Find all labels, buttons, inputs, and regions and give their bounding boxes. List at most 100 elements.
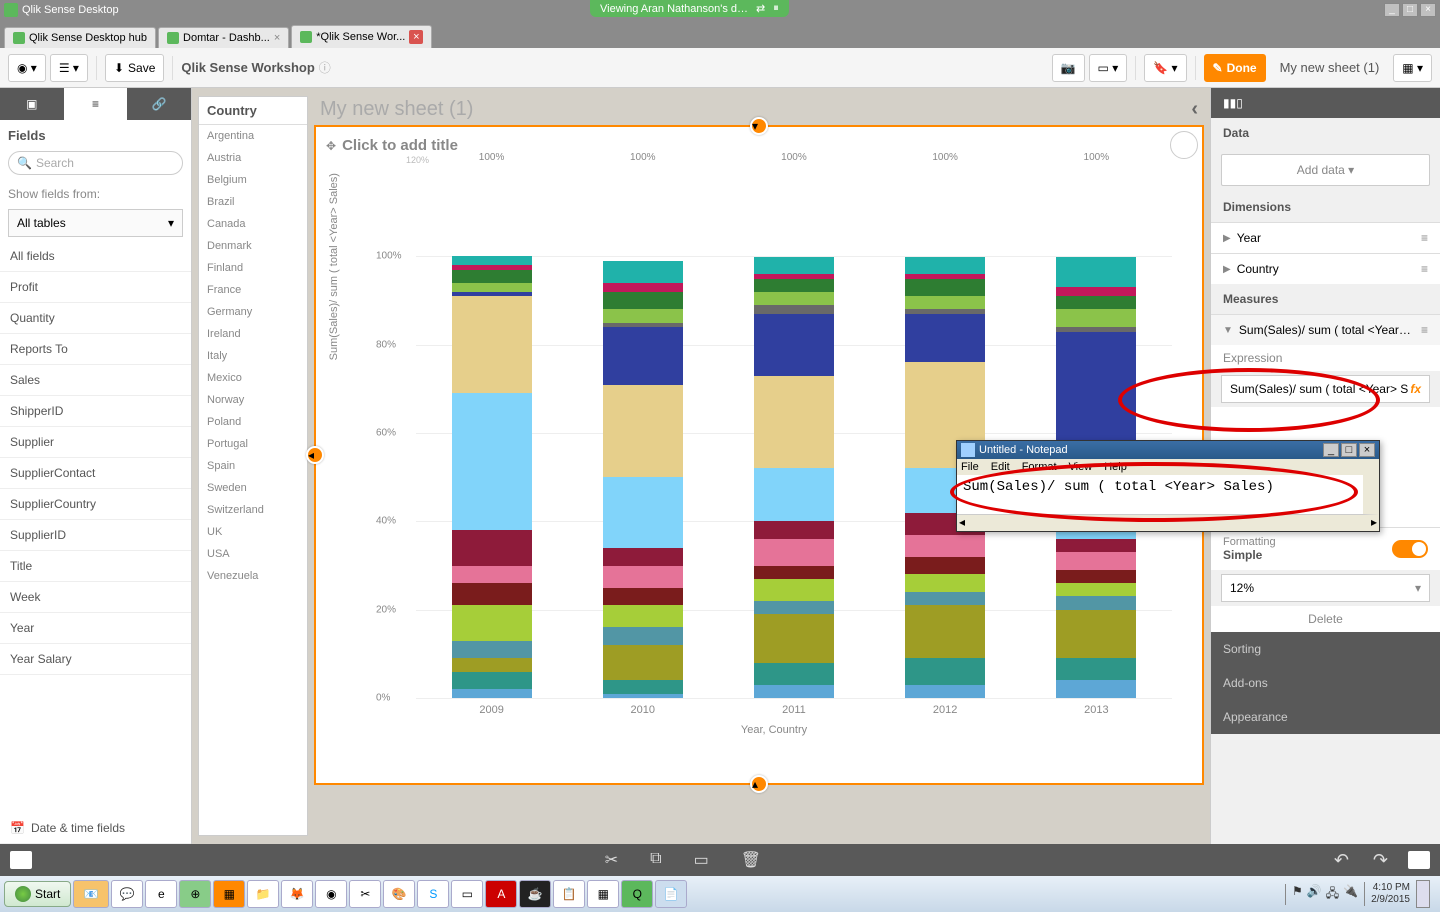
bar-segment[interactable] [603, 283, 683, 292]
task-joinme[interactable]: ⊕ [179, 880, 211, 908]
bar-segment[interactable] [1056, 658, 1136, 680]
close-button[interactable]: × [1420, 3, 1436, 17]
fields-search[interactable]: 🔍 Search [8, 151, 183, 175]
np-maximize[interactable]: □ [1341, 443, 1357, 457]
tab-close-icon[interactable]: × [409, 30, 423, 44]
bar-group[interactable]: 100%2011 [754, 168, 834, 698]
np-menu-format[interactable]: Format [1022, 461, 1057, 473]
task-notepad[interactable]: 📄 [655, 880, 687, 908]
present-button[interactable]: ▭ ▾ [1089, 54, 1128, 82]
task-explorer[interactable]: 📁 [247, 880, 279, 908]
np-menu-file[interactable]: File [961, 461, 979, 473]
bar-group[interactable]: 100%2010 [603, 168, 683, 698]
np-menu-edit[interactable]: Edit [991, 461, 1010, 473]
country-item[interactable]: Sweden [199, 477, 307, 499]
tab-workshop[interactable]: *Qlik Sense Wor... × [291, 25, 432, 48]
bar-segment[interactable] [1056, 570, 1136, 583]
np-minimize[interactable]: _ [1323, 443, 1339, 457]
bar-segment[interactable] [905, 605, 985, 658]
bar-segment[interactable] [905, 658, 985, 684]
country-item[interactable]: Germany [199, 301, 307, 323]
add-data-button[interactable]: Add data ▾ [1221, 154, 1430, 186]
bar-segment[interactable] [452, 605, 532, 640]
country-item[interactable]: Mexico [199, 367, 307, 389]
start-button[interactable]: Start [4, 881, 71, 907]
bar-segment[interactable] [603, 477, 683, 548]
np-close[interactable]: × [1359, 443, 1375, 457]
data-section-header[interactable]: Data [1211, 118, 1440, 148]
measure-item[interactable]: ▼ Sum(Sales)/ sum ( total <Year… ≡ [1211, 314, 1440, 345]
appearance-section[interactable]: Appearance [1211, 700, 1440, 734]
bar-segment[interactable] [452, 672, 532, 690]
redo-button[interactable]: ↷ [1373, 850, 1388, 871]
bar-segment[interactable] [905, 685, 985, 698]
move-icon[interactable]: ✥ [326, 139, 336, 153]
fx-icon[interactable]: fx [1410, 382, 1421, 396]
country-item[interactable]: Italy [199, 345, 307, 367]
tray-network-icon[interactable]: 🖧 [1326, 884, 1339, 905]
taskbar-clock[interactable]: 4:10 PM 2/9/2015 [1364, 882, 1410, 906]
notepad-window[interactable]: Untitled - Notepad _ □ × File Edit Forma… [956, 440, 1380, 532]
task-chrome[interactable]: ◉ [315, 880, 347, 908]
notepad-scrollbar[interactable]: ◂▸ [957, 515, 1379, 531]
bar-segment[interactable] [603, 292, 683, 310]
sheet-title[interactable]: My new sheet (1) [320, 98, 473, 121]
show-desktop-button[interactable] [1416, 880, 1430, 908]
add-title-placeholder[interactable]: Click to add title [342, 137, 458, 154]
bar-segment[interactable] [754, 539, 834, 565]
bar-segment[interactable] [452, 583, 532, 605]
bar-segment[interactable] [905, 296, 985, 309]
formatting-toggle[interactable] [1392, 540, 1428, 558]
menu-icon[interactable]: ≡ [1421, 262, 1428, 276]
field-item[interactable]: Profit [0, 272, 191, 303]
bar-segment[interactable] [754, 305, 834, 314]
cut-button[interactable]: ✂ [605, 850, 618, 870]
resize-handle-left[interactable]: ◂ [306, 446, 324, 464]
bar-segment[interactable] [603, 605, 683, 627]
country-item[interactable]: Spain [199, 455, 307, 477]
fields-tab[interactable]: ≡ [64, 88, 128, 120]
task-outlook[interactable]: 📧 [73, 880, 109, 908]
info-icon[interactable]: ⓘ [319, 59, 331, 76]
bar-segment[interactable] [905, 535, 985, 557]
bar-segment[interactable] [603, 548, 683, 566]
bar-segment[interactable] [754, 601, 834, 614]
prev-sheet-button[interactable]: ‹ [1191, 98, 1198, 121]
country-item[interactable]: Denmark [199, 235, 307, 257]
bar-segment[interactable] [754, 279, 834, 292]
tray-power-icon[interactable]: 🔌 [1343, 884, 1358, 905]
bar-segment[interactable] [603, 385, 683, 478]
country-item[interactable]: Finland [199, 257, 307, 279]
bar-segment[interactable] [452, 566, 532, 584]
menu-icon[interactable]: ≡ [1421, 323, 1428, 337]
list-menu-button[interactable]: ☰ ▾ [50, 54, 88, 82]
tables-select[interactable]: All tables ▾ [8, 209, 183, 237]
bar-segment[interactable] [754, 685, 834, 698]
datetime-fields[interactable]: 📅 Date & time fields [0, 813, 191, 844]
bar-segment[interactable] [905, 279, 985, 297]
task-ie[interactable]: e [145, 880, 177, 908]
field-item[interactable]: Year [0, 613, 191, 644]
delete-button[interactable]: Delete [1211, 606, 1440, 632]
bar-segment[interactable] [452, 283, 532, 292]
bar-segment[interactable] [603, 588, 683, 606]
country-item[interactable]: Portugal [199, 433, 307, 455]
sorting-section[interactable]: Sorting [1211, 632, 1440, 666]
bar-segment[interactable] [452, 296, 532, 393]
bar-segment[interactable] [452, 658, 532, 671]
dimension-country[interactable]: ▶ Country ≡ [1211, 253, 1440, 284]
bar-group[interactable]: 100%2012 [905, 168, 985, 698]
bar-segment[interactable] [603, 694, 683, 698]
nav-menu-button[interactable]: ◉ ▾ [8, 54, 46, 82]
field-item[interactable]: SupplierCountry [0, 489, 191, 520]
task-app4[interactable]: ▦ [587, 880, 619, 908]
field-item[interactable]: ShipperID [0, 396, 191, 427]
field-item[interactable]: Quantity [0, 303, 191, 334]
bar-segment[interactable] [1056, 332, 1136, 442]
bar-segment[interactable] [905, 557, 985, 575]
bar-segment[interactable] [1056, 583, 1136, 596]
expression-input[interactable]: Sum(Sales)/ sum ( total <Year> S fx [1221, 375, 1430, 403]
bar-segment[interactable] [1056, 296, 1136, 309]
bar-segment[interactable] [603, 566, 683, 588]
country-item[interactable]: Belgium [199, 169, 307, 191]
